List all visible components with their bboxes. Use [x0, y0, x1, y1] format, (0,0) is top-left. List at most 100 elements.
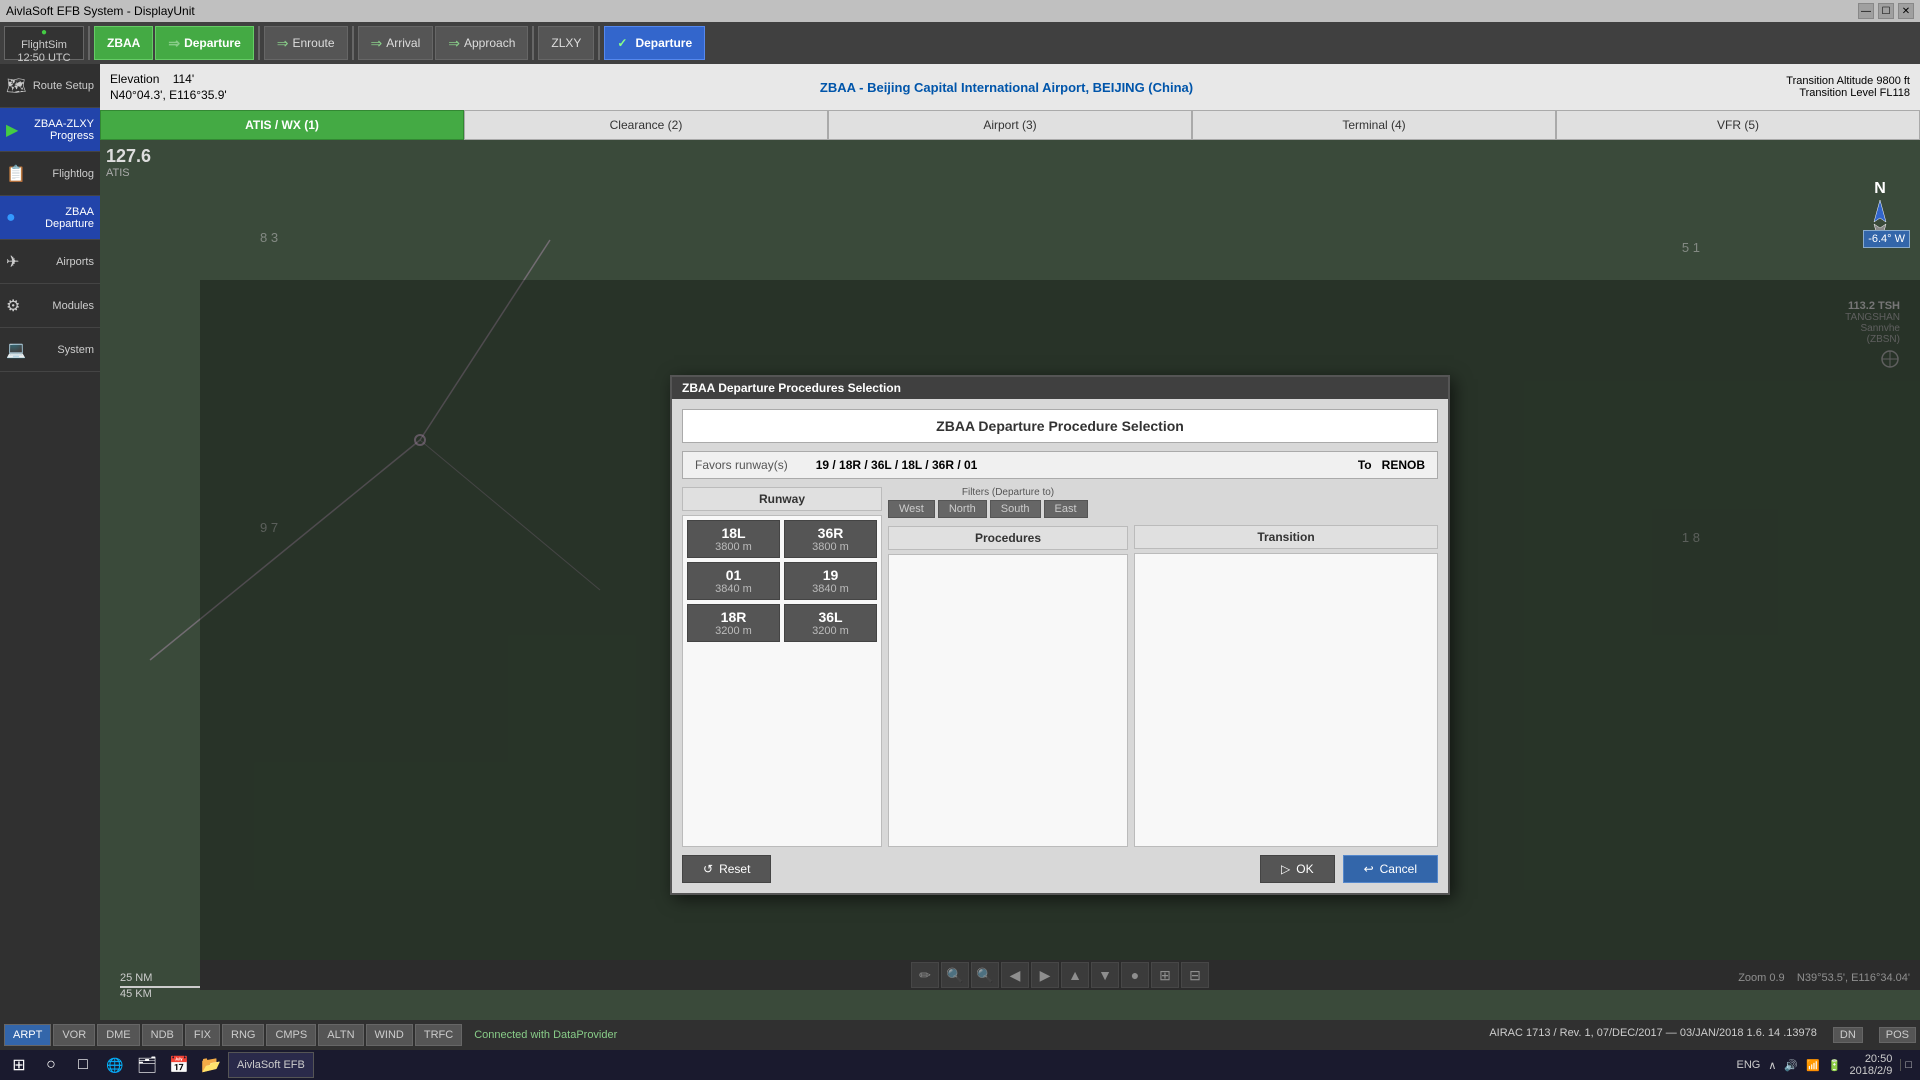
airports-icon: ✈ [6, 252, 19, 272]
tab-departure[interactable]: ⇒ Departure [155, 26, 253, 60]
transition-col-header: Transition [1134, 525, 1438, 549]
bnav-arpt[interactable]: ARPT [4, 1024, 51, 1046]
filter-north[interactable]: North [938, 500, 987, 518]
sidebar-item-departure[interactable]: ● ZBAA Departure [0, 196, 100, 240]
reset-icon: ↺ [703, 862, 713, 876]
atis-info: 127.6 ATIS [106, 146, 151, 179]
runway-36l[interactable]: 36L 3200 m [784, 604, 877, 642]
systray-volume[interactable]: 🔊 [1784, 1059, 1798, 1072]
sidebar-item-flightlog[interactable]: 📋 Flightlog [0, 152, 100, 196]
bottom-nav: ARPT VOR DME NDB FIX RNG CMPS ALTN WIND … [0, 1020, 1920, 1050]
app-title: AivlaSoft EFB System - DisplayUnit [6, 4, 195, 18]
tab-departure2[interactable]: ✓ Departure [604, 26, 705, 60]
bnav-trfc[interactable]: TRFC [415, 1024, 462, 1046]
transition-info: Transition Altitude 9800 ft Transition L… [1786, 75, 1910, 99]
task-edge[interactable]: 🌐 [100, 1052, 130, 1078]
sidebar-item-system[interactable]: 💻 System [0, 328, 100, 372]
bnav-cmps[interactable]: CMPS [266, 1024, 316, 1046]
runway-pair-2: 01 3840 m 19 3840 m [687, 562, 877, 600]
compass-deviation: -6.4° W [1863, 230, 1910, 248]
tab-zlxy[interactable]: ZLXY [538, 26, 594, 60]
atis-label: ATIS [106, 167, 151, 179]
systray-battery[interactable]: 🔋 [1828, 1059, 1842, 1072]
tab-enroute[interactable]: ⇒ Enroute [264, 26, 348, 60]
reset-button[interactable]: ↺ Reset [682, 855, 771, 883]
close-btn[interactable]: ✕ [1898, 3, 1914, 19]
tab-terminal[interactable]: Terminal (4) [1192, 110, 1556, 140]
sidebar-item-progress[interactable]: ▶ ZBAA-ZLXY Progress [0, 108, 100, 152]
runway-18r[interactable]: 18R 3200 m [687, 604, 780, 642]
modules-icon: ⚙ [6, 296, 20, 316]
cancel-button[interactable]: ↩ Cancel [1343, 855, 1438, 883]
sidebar-item-route-setup[interactable]: 🗺 Route Setup [0, 64, 100, 108]
sidebar-item-modules[interactable]: ⚙ Modules [0, 284, 100, 328]
filter-south[interactable]: South [990, 500, 1041, 518]
maximize-btn[interactable]: ☐ [1878, 3, 1894, 19]
systray-network[interactable]: 📶 [1806, 1059, 1820, 1072]
tab-atis[interactable]: ATIS / WX (1) [100, 110, 464, 140]
runway-36r[interactable]: 36R 3800 m [784, 520, 877, 558]
nav-separator-4 [532, 26, 534, 60]
bnav-fix[interactable]: FIX [185, 1024, 220, 1046]
bnav-rng[interactable]: RNG [222, 1024, 264, 1046]
filters-label: Filters (Departure to) [888, 487, 1128, 498]
progress-icon: ▶ [6, 120, 18, 140]
tab-vfr[interactable]: VFR (5) [1556, 110, 1920, 140]
map-area[interactable]: 127.6 ATIS 8 3 9 7 5 1 1 8 N -6.4° W 113… [100, 140, 1920, 1020]
task-calendar[interactable]: 📅 [164, 1052, 194, 1078]
airac-info: AIRAC 1713 / Rev. 1, 07/DEC/2017 — 03/JA… [1489, 1027, 1817, 1043]
task-search[interactable]: ○ [36, 1052, 66, 1078]
cancel-icon: ↩ [1364, 862, 1374, 876]
task-explorer[interactable]: 🗂 [132, 1052, 162, 1078]
taskbar-app-efb[interactable]: AivlaSoft EFB [228, 1052, 314, 1078]
systray-expand[interactable]: ∧ [1768, 1059, 1776, 1072]
systray-eng: ENG [1737, 1059, 1761, 1071]
tab-airport[interactable]: Airport (3) [828, 110, 1192, 140]
show-desktop[interactable]: □ [1900, 1059, 1912, 1071]
nav-separator-5 [598, 26, 600, 60]
tab-clearance[interactable]: Clearance (2) [464, 110, 828, 140]
runway-01[interactable]: 01 3840 m [687, 562, 780, 600]
bnav-dme[interactable]: DME [97, 1024, 139, 1046]
transition-col-body[interactable] [1134, 553, 1438, 847]
nav-separator-2 [258, 26, 260, 60]
filter-east[interactable]: East [1044, 500, 1088, 518]
task-files[interactable]: 📂 [196, 1052, 226, 1078]
procedure-col-body[interactable] [888, 554, 1128, 847]
tab-zbaa[interactable]: ZBAA [94, 26, 153, 60]
bnav-ndb[interactable]: NDB [142, 1024, 183, 1046]
task-view[interactable]: □ [68, 1052, 98, 1078]
ok-button[interactable]: ▷ OK [1260, 855, 1335, 883]
start-button[interactable]: ⊞ [4, 1052, 34, 1078]
flightsim-label: FlightSim [21, 39, 67, 51]
departure-icon: ● [6, 209, 16, 227]
tab-arrival[interactable]: ⇒ Arrival [358, 26, 434, 60]
titlebar: AivlaSoft EFB System - DisplayUnit — ☐ ✕ [0, 0, 1920, 22]
nav-separator-1 [88, 26, 90, 60]
elevation-label: Elevation [110, 72, 159, 86]
dn-btn[interactable]: DN [1833, 1027, 1863, 1043]
tab-approach[interactable]: ⇒ Approach [435, 26, 528, 60]
bnav-vor[interactable]: VOR [53, 1024, 95, 1046]
nav-separator-3 [352, 26, 354, 60]
modal-content: ZBAA Departure Procedure Selection Favor… [672, 399, 1448, 893]
flightsim-indicator: ● FlightSim 12:50 UTC [4, 26, 84, 60]
pos-btn[interactable]: POS [1879, 1027, 1916, 1043]
runway-19[interactable]: 19 3840 m [784, 562, 877, 600]
content-tabs: ATIS / WX (1) Clearance (2) Airport (3) … [100, 110, 1920, 140]
filter-west[interactable]: West [888, 500, 935, 518]
window-controls[interactable]: — ☐ ✕ [1858, 3, 1914, 19]
modal-main: Runway 18L 3800 m 36R 3800 m [682, 487, 1438, 847]
bnav-altn[interactable]: ALTN [318, 1024, 363, 1046]
taskbar: ⊞ ○ □ 🌐 🗂 📅 📂 AivlaSoft EFB ENG ∧ 🔊 📶 🔋 … [0, 1050, 1920, 1080]
flightlog-icon: 📋 [6, 164, 26, 184]
procedure-col-header: Procedures [888, 526, 1128, 550]
atis-frequency: 127.6 [106, 146, 151, 167]
minimize-btn[interactable]: — [1858, 3, 1874, 19]
sidebar-item-airports[interactable]: ✈ Airports [0, 240, 100, 284]
runway-18l[interactable]: 18L 3800 m [687, 520, 780, 558]
route-icon: 🗺 [6, 76, 26, 96]
transition-alt: Transition Altitude 9800 ft [1786, 75, 1910, 87]
flightsim-time: 12:50 UTC [17, 52, 70, 64]
bnav-wind[interactable]: WIND [366, 1024, 413, 1046]
